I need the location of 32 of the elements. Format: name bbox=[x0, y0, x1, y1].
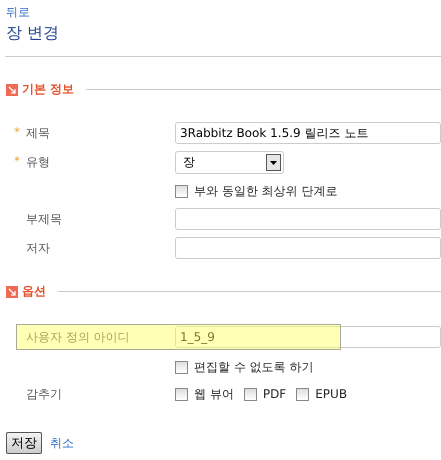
section-arrow-icon bbox=[6, 286, 18, 298]
checkbox-label: 웹 뷰어 bbox=[194, 386, 234, 402]
cancel-link[interactable]: 취소 bbox=[50, 434, 74, 452]
section-arrow-icon bbox=[6, 84, 18, 96]
page-title: 장 변경 bbox=[6, 23, 60, 44]
field-label: 감추기 bbox=[26, 386, 62, 402]
caret-icon bbox=[266, 154, 281, 171]
checkbox[interactable] bbox=[296, 388, 310, 400]
checkbox[interactable] bbox=[175, 388, 188, 400]
field-label: 부제목 bbox=[26, 210, 62, 228]
text-field[interactable] bbox=[175, 237, 441, 259]
checkbox-label: PDF bbox=[262, 387, 286, 401]
section-title: 옵션 bbox=[22, 283, 46, 300]
checkbox[interactable] bbox=[175, 184, 188, 198]
checkbox[interactable] bbox=[175, 360, 188, 374]
text-field[interactable] bbox=[175, 208, 441, 230]
field-label: 저자 bbox=[26, 240, 50, 256]
type-dropdown[interactable]: 장 bbox=[175, 151, 284, 174]
save-button[interactable]: 저장 bbox=[6, 432, 42, 454]
back-link[interactable]: 뒤로 bbox=[6, 4, 30, 21]
checkbox-label: 편집할 수 없도록 하기 bbox=[194, 358, 314, 376]
text-field[interactable]: 1_5_9 bbox=[175, 326, 441, 348]
field-label: 제목 bbox=[26, 124, 50, 142]
section-title: 기본 정보 bbox=[22, 81, 74, 98]
field-label: 사용자 정의 아이디 bbox=[26, 328, 130, 346]
required-mark: * bbox=[14, 154, 21, 168]
checkbox-label: EPUB bbox=[315, 387, 348, 401]
required-mark: * bbox=[14, 124, 21, 138]
field-label: 유형 bbox=[26, 154, 50, 171]
text-field[interactable]: 3Rabbitz Book 1.5.9 릴리즈 노트 bbox=[175, 122, 441, 144]
checkbox[interactable] bbox=[244, 388, 257, 400]
checkbox-label: 부와 동일한 최상위 단계로 bbox=[194, 182, 338, 200]
